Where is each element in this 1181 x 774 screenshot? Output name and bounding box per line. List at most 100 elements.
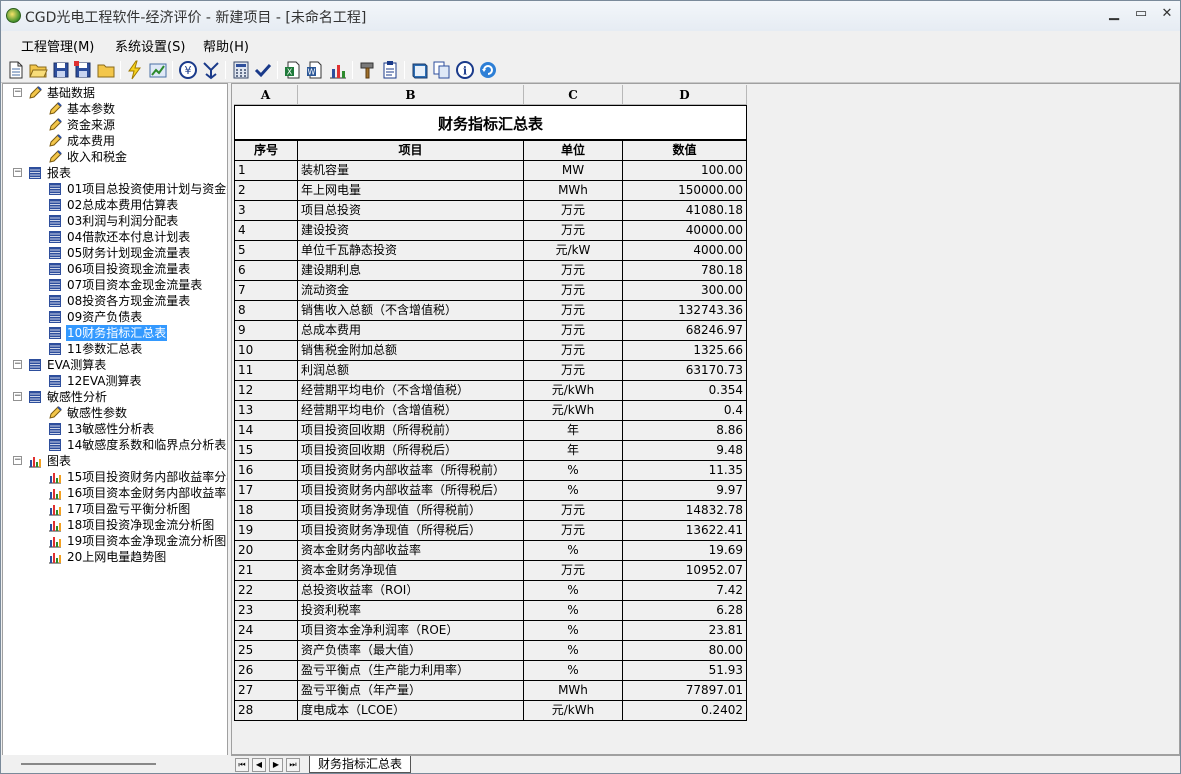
table-cell-item[interactable]: 项目资本金净利润率（ROE） bbox=[298, 621, 524, 641]
table-cell-value[interactable]: 14832.78 bbox=[623, 501, 747, 521]
table-cell-unit[interactable]: 年 bbox=[524, 441, 623, 461]
tree-item[interactable]: 12EVA测算表 bbox=[3, 373, 227, 389]
table-cell-index[interactable]: 11 bbox=[234, 361, 298, 381]
tree-item-label[interactable]: 03利润与利润分配表 bbox=[66, 213, 179, 229]
tree-collapse-toggle[interactable]: − bbox=[13, 392, 22, 401]
tree-item-label[interactable]: 10财务指标汇总表 bbox=[66, 325, 168, 341]
table-cell-index[interactable]: 2 bbox=[234, 181, 298, 201]
tree-item-label[interactable]: 20上网电量趋势图 bbox=[66, 549, 167, 565]
table-cell-value[interactable]: 6.28 bbox=[623, 601, 747, 621]
table-cell-index[interactable]: 25 bbox=[234, 641, 298, 661]
table-cell-unit[interactable]: 元/kWh bbox=[524, 401, 623, 421]
table-cell-value[interactable]: 8.86 bbox=[623, 421, 747, 441]
tree-item-label[interactable]: 报表 bbox=[46, 165, 72, 181]
table-cell-value[interactable]: 9.48 bbox=[623, 441, 747, 461]
tree-item[interactable]: − 基础数据 bbox=[3, 85, 227, 101]
tree-item-label[interactable]: 15项目投资财务内部收益率分析 bbox=[66, 469, 227, 485]
table-cell-item[interactable]: 经营期平均电价（含增值税） bbox=[298, 401, 524, 421]
table-cell-value[interactable]: 1325.66 bbox=[623, 341, 747, 361]
table-cell-unit[interactable]: % bbox=[524, 481, 623, 501]
table-cell-index[interactable]: 18 bbox=[234, 501, 298, 521]
table-cell-value[interactable]: 0.4 bbox=[623, 401, 747, 421]
tree-item[interactable]: 07项目资本金现金流量表 bbox=[3, 277, 227, 293]
tree-item[interactable]: 13敏感性分析表 bbox=[3, 421, 227, 437]
tree-item-label[interactable]: 08投资各方现金流量表 bbox=[66, 293, 191, 309]
tree-item[interactable]: 06项目投资现金流量表 bbox=[3, 261, 227, 277]
copy-icon[interactable] bbox=[432, 60, 452, 80]
header-cell-item[interactable]: 项目 bbox=[298, 141, 524, 161]
tree-item-label[interactable]: 05财务计划现金流量表 bbox=[66, 245, 191, 261]
table-cell-item[interactable]: 总成本费用 bbox=[298, 321, 524, 341]
table-cell-value[interactable]: 13622.41 bbox=[623, 521, 747, 541]
tree-item[interactable]: 20上网电量趋势图 bbox=[3, 549, 227, 565]
table-cell-index[interactable]: 16 bbox=[234, 461, 298, 481]
table-cell-item[interactable]: 建设投资 bbox=[298, 221, 524, 241]
tree-item[interactable]: 成本费用 bbox=[3, 133, 227, 149]
tree-item-label[interactable]: 09资产负债表 bbox=[66, 309, 143, 325]
table-cell-item[interactable]: 度电成本（LCOE） bbox=[298, 701, 524, 721]
table-cell-unit[interactable]: 万元 bbox=[524, 361, 623, 381]
tree-item-label[interactable]: 19项目资本金净现金流分析图 bbox=[66, 533, 227, 549]
tree-item[interactable]: 18项目投资净现金流分析图 bbox=[3, 517, 227, 533]
table-cell-value[interactable]: 4000.00 bbox=[623, 241, 747, 261]
tree-item-label[interactable]: 18项目投资净现金流分析图 bbox=[66, 517, 215, 533]
currency-icon[interactable]: ¥ bbox=[178, 60, 198, 80]
table-cell-index[interactable]: 10 bbox=[234, 341, 298, 361]
table-cell-value[interactable]: 9.97 bbox=[623, 481, 747, 501]
tree-collapse-toggle[interactable]: − bbox=[13, 360, 22, 369]
table-cell-value[interactable]: 10952.07 bbox=[623, 561, 747, 581]
tree-item-label[interactable]: 06项目投资现金流量表 bbox=[66, 261, 191, 277]
table-cell-unit[interactable]: 元/kW bbox=[524, 241, 623, 261]
folder-icon[interactable] bbox=[96, 60, 116, 80]
table-cell-value[interactable]: 100.00 bbox=[623, 161, 747, 181]
table-cell-item[interactable]: 项目总投资 bbox=[298, 201, 524, 221]
table-cell-unit[interactable]: % bbox=[524, 461, 623, 481]
calculator-icon[interactable] bbox=[231, 60, 251, 80]
table-cell-item[interactable]: 项目投资财务内部收益率（所得税后） bbox=[298, 481, 524, 501]
table-cell-value[interactable]: 132743.36 bbox=[623, 301, 747, 321]
column-header-d[interactable]: D bbox=[623, 85, 747, 105]
refresh-icon[interactable] bbox=[478, 60, 498, 80]
table-cell-unit[interactable]: MWh bbox=[524, 681, 623, 701]
table-cell-index[interactable]: 4 bbox=[234, 221, 298, 241]
header-cell-value[interactable]: 数值 bbox=[623, 141, 747, 161]
sheet-tab-financial-summary[interactable]: 财务指标汇总表 bbox=[309, 756, 412, 773]
close-button[interactable]: ✕ bbox=[1157, 5, 1177, 23]
bar-chart-icon[interactable] bbox=[328, 60, 348, 80]
table-cell-value[interactable]: 80.00 bbox=[623, 641, 747, 661]
clipboard-icon[interactable] bbox=[380, 60, 400, 80]
tree-item-label[interactable]: 04借款还本付息计划表 bbox=[66, 229, 191, 245]
hammer-icon[interactable] bbox=[358, 60, 378, 80]
tree-item[interactable]: 收入和税金 bbox=[3, 149, 227, 165]
table-cell-unit[interactable]: % bbox=[524, 621, 623, 641]
table-cell-unit[interactable]: 万元 bbox=[524, 301, 623, 321]
tree-item[interactable]: 02总成本费用估算表 bbox=[3, 197, 227, 213]
tree-item[interactable]: 基本参数 bbox=[3, 101, 227, 117]
table-cell-unit[interactable]: 万元 bbox=[524, 281, 623, 301]
table-cell-index[interactable]: 21 bbox=[234, 561, 298, 581]
tree-item-label[interactable]: 07项目资本金现金流量表 bbox=[66, 277, 203, 293]
table-cell-item[interactable]: 装机容量 bbox=[298, 161, 524, 181]
check-icon[interactable] bbox=[253, 60, 273, 80]
tree-item-label[interactable]: 11参数汇总表 bbox=[66, 341, 143, 357]
new-file-icon[interactable] bbox=[6, 60, 26, 80]
merge-icon[interactable] bbox=[201, 60, 221, 80]
tree-item-label[interactable]: 16项目资本金财务内部收益率分 bbox=[66, 485, 227, 501]
column-header-a[interactable]: A bbox=[234, 85, 298, 105]
export-excel-icon[interactable]: X bbox=[283, 60, 303, 80]
table-cell-value[interactable]: 77897.01 bbox=[623, 681, 747, 701]
menu-project-management[interactable]: 工程管理(M) bbox=[21, 36, 94, 55]
table-cell-item[interactable]: 项目投资回收期（所得税前） bbox=[298, 421, 524, 441]
table-cell-value[interactable]: 11.35 bbox=[623, 461, 747, 481]
table-cell-item[interactable]: 投资利税率 bbox=[298, 601, 524, 621]
tree-item[interactable]: 01项目总投资使用计划与资金筹 bbox=[3, 181, 227, 197]
tree-item-label[interactable]: 基础数据 bbox=[46, 85, 96, 101]
table-cell-value[interactable]: 40000.00 bbox=[623, 221, 747, 241]
table-cell-unit[interactable]: % bbox=[524, 601, 623, 621]
first-sheet-button[interactable]: ⏮ bbox=[235, 758, 249, 772]
open-folder-icon[interactable] bbox=[28, 60, 48, 80]
table-cell-index[interactable]: 26 bbox=[234, 661, 298, 681]
tree-item-label[interactable]: 17项目盈亏平衡分析图 bbox=[66, 501, 191, 517]
tree-horizontal-scrollbar[interactable] bbox=[1, 755, 228, 773]
table-cell-unit[interactable]: 年 bbox=[524, 421, 623, 441]
